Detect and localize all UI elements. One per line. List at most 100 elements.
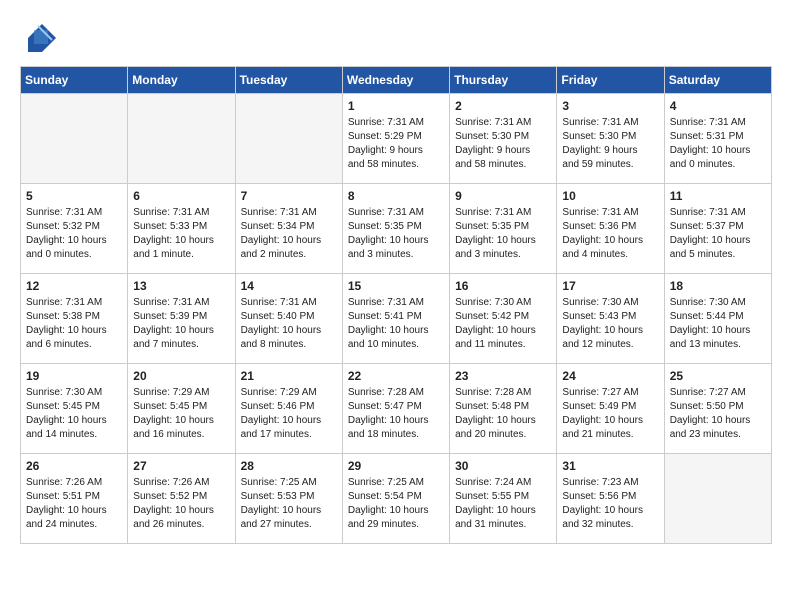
week-row-0: 1 Sunrise: 7:31 AM Sunset: 5:29 PM Daylig… — [21, 94, 772, 184]
day-info: Sunrise: 7:27 AM Sunset: 5:49 PM Dayligh… — [562, 386, 658, 442]
day-info: Sunrise: 7:27 AM Sunset: 5:50 PM Dayligh… — [670, 386, 766, 442]
day-number: 3 — [562, 99, 658, 113]
day-info: Sunrise: 7:24 AM Sunset: 5:55 PM Dayligh… — [455, 476, 551, 532]
day-info: Sunrise: 7:31 AM Sunset: 5:39 PM Dayligh… — [133, 296, 229, 352]
weekday-header-wednesday: Wednesday — [342, 67, 449, 94]
calendar-cell: 25Sunrise: 7:27 AM Sunset: 5:50 PM Dayli… — [664, 364, 771, 454]
day-info: Sunrise: 7:29 AM Sunset: 5:45 PM Dayligh… — [133, 386, 229, 442]
day-info: Sunrise: 7:31 AM Sunset: 5:34 PM Dayligh… — [241, 206, 337, 262]
calendar-cell: 8 Sunrise: 7:31 AM Sunset: 5:35 PM Daylig… — [342, 184, 449, 274]
week-row-1: 5 Sunrise: 7:31 AM Sunset: 5:32 PM Daylig… — [21, 184, 772, 274]
calendar-cell — [128, 94, 235, 184]
day-number: 4 — [670, 99, 766, 113]
day-info: Sunrise: 7:26 AM Sunset: 5:52 PM Dayligh… — [133, 476, 229, 532]
day-info: Sunrise: 7:25 AM Sunset: 5:54 PM Dayligh… — [348, 476, 444, 532]
day-number: 26 — [26, 459, 122, 473]
day-info: Sunrise: 7:28 AM Sunset: 5:48 PM Dayligh… — [455, 386, 551, 442]
day-number: 9 — [455, 189, 551, 203]
day-number: 19 — [26, 369, 122, 383]
calendar-cell: 18Sunrise: 7:30 AM Sunset: 5:44 PM Dayli… — [664, 274, 771, 364]
calendar-cell: 20 Sunrise: 7:29 AM Sunset: 5:45 PM Dayli… — [128, 364, 235, 454]
calendar-cell: 15 Sunrise: 7:31 AM Sunset: 5:41 PM Dayli… — [342, 274, 449, 364]
weekday-header-sunday: Sunday — [21, 67, 128, 94]
day-info: Sunrise: 7:29 AM Sunset: 5:46 PM Dayligh… — [241, 386, 337, 442]
calendar-cell: 21 Sunrise: 7:29 AM Sunset: 5:46 PM Dayli… — [235, 364, 342, 454]
day-number: 31 — [562, 459, 658, 473]
day-info: Sunrise: 7:30 AM Sunset: 5:45 PM Dayligh… — [26, 386, 122, 442]
calendar-cell: 17Sunrise: 7:30 AM Sunset: 5:43 PM Dayli… — [557, 274, 664, 364]
day-info: Sunrise: 7:31 AM Sunset: 5:33 PM Dayligh… — [133, 206, 229, 262]
day-info: Sunrise: 7:31 AM Sunset: 5:31 PM Dayligh… — [670, 116, 766, 172]
page: SundayMondayTuesdayWednesdayThursdayFrid… — [0, 0, 792, 554]
calendar-cell: 13 Sunrise: 7:31 AM Sunset: 5:39 PM Dayli… — [128, 274, 235, 364]
day-info: Sunrise: 7:31 AM Sunset: 5:41 PM Dayligh… — [348, 296, 444, 352]
day-info: Sunrise: 7:30 AM Sunset: 5:42 PM Dayligh… — [455, 296, 551, 352]
calendar-cell: 30 Sunrise: 7:24 AM Sunset: 5:55 PM Dayli… — [450, 454, 557, 544]
calendar-cell — [235, 94, 342, 184]
calendar-cell: 4 Sunrise: 7:31 AM Sunset: 5:31 PM Daylig… — [664, 94, 771, 184]
day-info: Sunrise: 7:25 AM Sunset: 5:53 PM Dayligh… — [241, 476, 337, 532]
calendar-cell: 31 Sunrise: 7:23 AM Sunset: 5:56 PM Dayli… — [557, 454, 664, 544]
calendar-cell: 12 Sunrise: 7:31 AM Sunset: 5:38 PM Dayli… — [21, 274, 128, 364]
day-number: 12 — [26, 279, 122, 293]
header — [20, 20, 772, 56]
weekday-header-row: SundayMondayTuesdayWednesdayThursdayFrid… — [21, 67, 772, 94]
day-number: 24 — [562, 369, 658, 383]
calendar-cell: 29 Sunrise: 7:25 AM Sunset: 5:54 PM Dayli… — [342, 454, 449, 544]
calendar-cell: 26 Sunrise: 7:26 AM Sunset: 5:51 PM Dayli… — [21, 454, 128, 544]
calendar-cell: 2 Sunrise: 7:31 AM Sunset: 5:30 PM Daylig… — [450, 94, 557, 184]
weekday-header-saturday: Saturday — [664, 67, 771, 94]
calendar-cell: 11Sunrise: 7:31 AM Sunset: 5:37 PM Dayli… — [664, 184, 771, 274]
day-number: 6 — [133, 189, 229, 203]
day-number: 20 — [133, 369, 229, 383]
day-number: 27 — [133, 459, 229, 473]
day-info: Sunrise: 7:31 AM Sunset: 5:37 PM Dayligh… — [670, 206, 766, 262]
day-info: Sunrise: 7:31 AM Sunset: 5:32 PM Dayligh… — [26, 206, 122, 262]
day-info: Sunrise: 7:31 AM Sunset: 5:38 PM Dayligh… — [26, 296, 122, 352]
day-info: Sunrise: 7:31 AM Sunset: 5:35 PM Dayligh… — [348, 206, 444, 262]
day-number: 22 — [348, 369, 444, 383]
day-number: 1 — [348, 99, 444, 113]
day-info: Sunrise: 7:28 AM Sunset: 5:47 PM Dayligh… — [348, 386, 444, 442]
week-row-2: 12 Sunrise: 7:31 AM Sunset: 5:38 PM Dayli… — [21, 274, 772, 364]
logo-icon — [20, 20, 56, 56]
calendar-cell: 7 Sunrise: 7:31 AM Sunset: 5:34 PM Daylig… — [235, 184, 342, 274]
calendar-cell: 19 Sunrise: 7:30 AM Sunset: 5:45 PM Dayli… — [21, 364, 128, 454]
week-row-3: 19 Sunrise: 7:30 AM Sunset: 5:45 PM Dayli… — [21, 364, 772, 454]
day-number: 10 — [562, 189, 658, 203]
calendar-cell: 24 Sunrise: 7:27 AM Sunset: 5:49 PM Dayli… — [557, 364, 664, 454]
day-info: Sunrise: 7:31 AM Sunset: 5:30 PM Dayligh… — [562, 116, 658, 172]
day-number: 15 — [348, 279, 444, 293]
day-number: 28 — [241, 459, 337, 473]
day-info: Sunrise: 7:31 AM Sunset: 5:30 PM Dayligh… — [455, 116, 551, 172]
day-number: 21 — [241, 369, 337, 383]
day-number: 14 — [241, 279, 337, 293]
day-number: 5 — [26, 189, 122, 203]
day-number: 18 — [670, 279, 766, 293]
day-number: 8 — [348, 189, 444, 203]
day-info: Sunrise: 7:31 AM Sunset: 5:29 PM Dayligh… — [348, 116, 444, 172]
calendar-cell: 23 Sunrise: 7:28 AM Sunset: 5:48 PM Dayli… — [450, 364, 557, 454]
weekday-header-thursday: Thursday — [450, 67, 557, 94]
day-number: 17 — [562, 279, 658, 293]
calendar-cell: 27 Sunrise: 7:26 AM Sunset: 5:52 PM Dayli… — [128, 454, 235, 544]
weekday-header-friday: Friday — [557, 67, 664, 94]
day-info: Sunrise: 7:26 AM Sunset: 5:51 PM Dayligh… — [26, 476, 122, 532]
day-number: 2 — [455, 99, 551, 113]
calendar-cell — [664, 454, 771, 544]
calendar-cell: 10Sunrise: 7:31 AM Sunset: 5:36 PM Dayli… — [557, 184, 664, 274]
day-number: 13 — [133, 279, 229, 293]
day-info: Sunrise: 7:23 AM Sunset: 5:56 PM Dayligh… — [562, 476, 658, 532]
logo — [20, 20, 62, 56]
calendar-table: SundayMondayTuesdayWednesdayThursdayFrid… — [20, 66, 772, 544]
calendar-cell: 16Sunrise: 7:30 AM Sunset: 5:42 PM Dayli… — [450, 274, 557, 364]
day-info: Sunrise: 7:31 AM Sunset: 5:35 PM Dayligh… — [455, 206, 551, 262]
day-number: 7 — [241, 189, 337, 203]
day-number: 30 — [455, 459, 551, 473]
day-number: 23 — [455, 369, 551, 383]
week-row-4: 26 Sunrise: 7:26 AM Sunset: 5:51 PM Dayli… — [21, 454, 772, 544]
weekday-header-monday: Monday — [128, 67, 235, 94]
day-number: 29 — [348, 459, 444, 473]
weekday-header-tuesday: Tuesday — [235, 67, 342, 94]
calendar-cell — [21, 94, 128, 184]
